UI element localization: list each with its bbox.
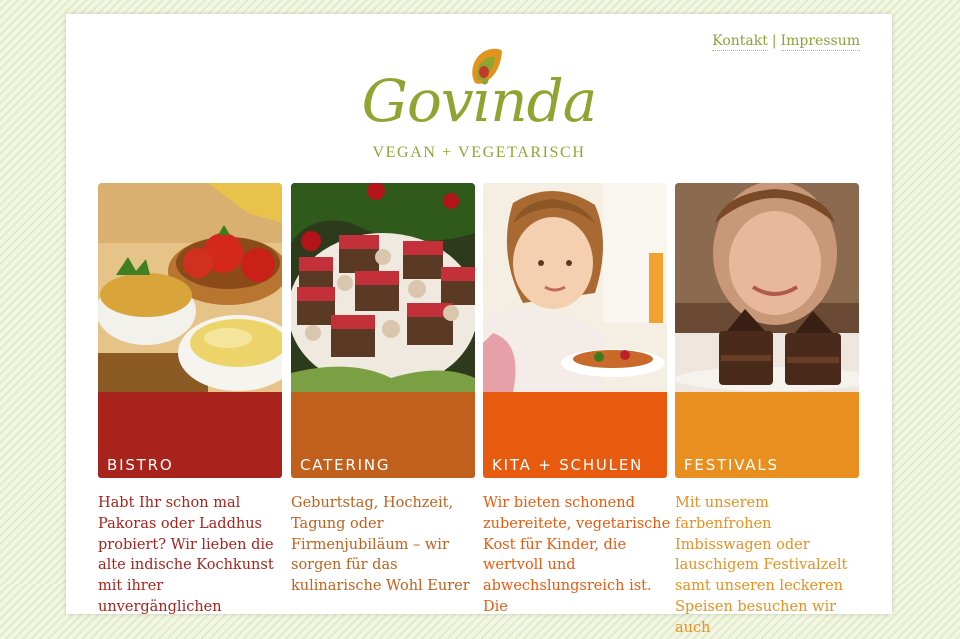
catering-band[interactable]: CATERING — [291, 392, 475, 478]
festivals-band[interactable]: FESTIVALS — [675, 392, 859, 478]
kita-band[interactable]: KITA + SCHULEN — [483, 392, 667, 478]
brand-tagline: VEGAN + VEGETARISCH — [372, 144, 586, 161]
content-panel: Kontakt | Impressum Govinda VEGAN + VEGETA… — [66, 14, 892, 636]
bistro-band[interactable]: BISTRO — [98, 392, 282, 478]
catering-photo[interactable] — [291, 183, 475, 392]
brand-name: Govinda — [361, 67, 598, 135]
kita-photo[interactable] — [483, 183, 667, 392]
festivals-title: FESTIVALS — [684, 456, 779, 474]
govinda-logo[interactable]: Govinda VEGAN + VEGETARISCH — [66, 42, 892, 161]
card-festivals[interactable]: FESTIVALS Mit unserem farbenfrohen Imbis… — [675, 183, 859, 639]
catering-description: Geburtstag, Hochzeit, Tagung oder Firmen… — [291, 495, 470, 595]
bistro-title: BISTRO — [107, 456, 174, 474]
bistro-description: Habt Ihr schon mal Pakoras oder Laddhus … — [98, 495, 274, 615]
bistro-photo[interactable] — [98, 183, 282, 392]
card-kita-schulen[interactable]: KITA + SCHULEN Wir bieten schonend zuber… — [483, 183, 670, 618]
festivals-photo[interactable] — [675, 183, 859, 392]
festivals-description: Mit unserem farbenfrohen Imbisswagen ode… — [675, 495, 848, 636]
card-catering[interactable]: CATERING Geburtstag, Hochzeit, Tagung od… — [291, 183, 475, 597]
kita-title: KITA + SCHULEN — [492, 456, 644, 474]
catering-title: CATERING — [300, 456, 391, 474]
card-bistro[interactable]: BISTRO Habt Ihr schon mal Pakoras oder L… — [98, 183, 282, 618]
kita-description: Wir bieten schonend zubereitete, vegetar… — [483, 495, 671, 615]
